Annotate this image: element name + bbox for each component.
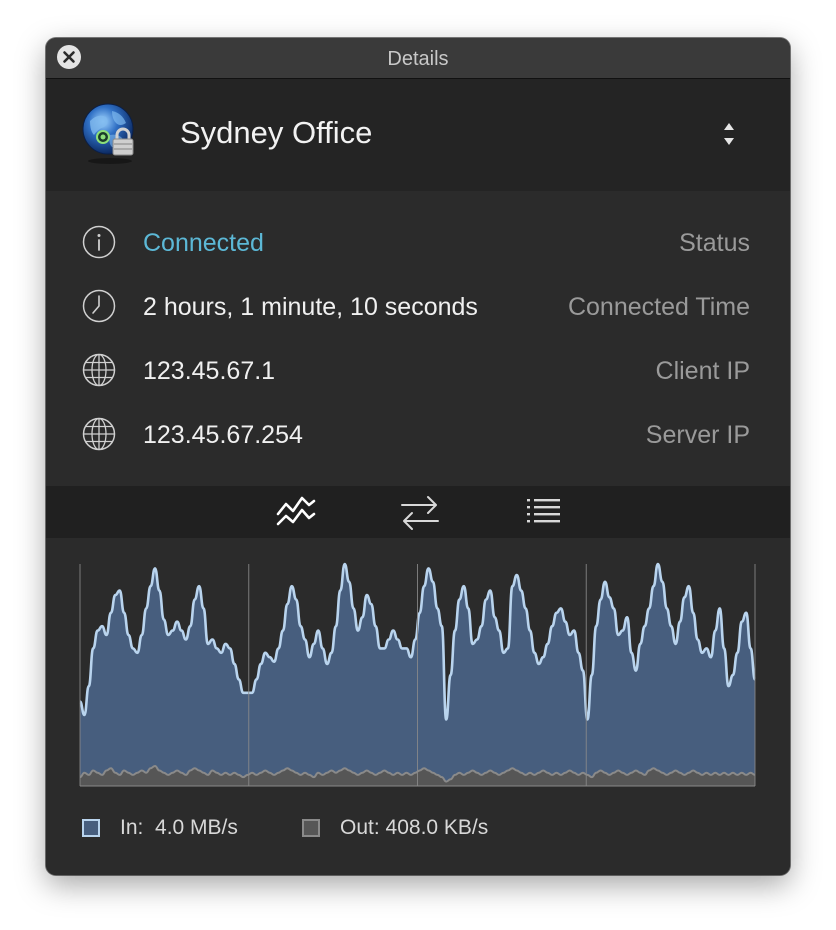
legend-out-swatch: [302, 819, 320, 837]
transfer-arrows-icon: [401, 496, 439, 530]
traffic-graph-area: In: 4.0 MB/s Out: 408.0 KB/s: [46, 538, 790, 875]
globe-icon: [82, 417, 116, 451]
legend-in-value: 4.0 MB/s: [155, 816, 238, 839]
connection-name: Sydney Office: [180, 115, 373, 150]
legend-in-label: In:: [120, 816, 144, 839]
connected-time-value: 2 hours, 1 minute, 10 seconds: [143, 293, 478, 321]
server-ip-row: 123.45.67.254 Server IP: [46, 415, 790, 455]
status-label: Status: [679, 229, 750, 257]
client-ip-label: Client IP: [655, 357, 750, 385]
connection-header: Sydney Office: [46, 79, 790, 191]
legend-in-swatch: [82, 819, 100, 837]
legend-out-label: Out:: [340, 816, 380, 839]
line-graph-icon: [276, 496, 316, 526]
server-ip-value: 123.45.67.254: [143, 421, 303, 449]
server-ip-label: Server IP: [645, 421, 750, 449]
details-window: Details Sydney Office Connected Status 2…: [46, 38, 790, 875]
view-tab-bar: [46, 486, 790, 538]
traffic-chart: [78, 562, 757, 787]
connection-selector[interactable]: [714, 117, 744, 151]
tab-transfer[interactable]: [398, 492, 442, 532]
info-icon: [82, 225, 116, 259]
tab-graph[interactable]: [274, 492, 318, 532]
tab-log[interactable]: [522, 492, 566, 532]
connected-time-label: Connected Time: [567, 293, 750, 321]
clock-icon: [82, 289, 116, 323]
client-ip-row: 123.45.67.1 Client IP: [46, 351, 790, 391]
window-title: Details: [387, 48, 449, 70]
title-bar: Details: [46, 38, 790, 79]
connected-time-row: 2 hours, 1 minute, 10 seconds Connected …: [46, 287, 790, 327]
vpn-globe-lock-icon: [82, 103, 134, 164]
legend-out-value: 408.0 KB/s: [385, 816, 489, 839]
list-icon: [527, 499, 560, 523]
up-down-chevron-icon: [724, 123, 734, 145]
connection-info-panel: Connected Status 2 hours, 1 minute, 10 s…: [46, 191, 790, 486]
status-value: Connected: [143, 229, 264, 257]
status-row: Connected Status: [46, 223, 790, 263]
globe-icon: [82, 353, 116, 387]
client-ip-value: 123.45.67.1: [143, 357, 276, 385]
